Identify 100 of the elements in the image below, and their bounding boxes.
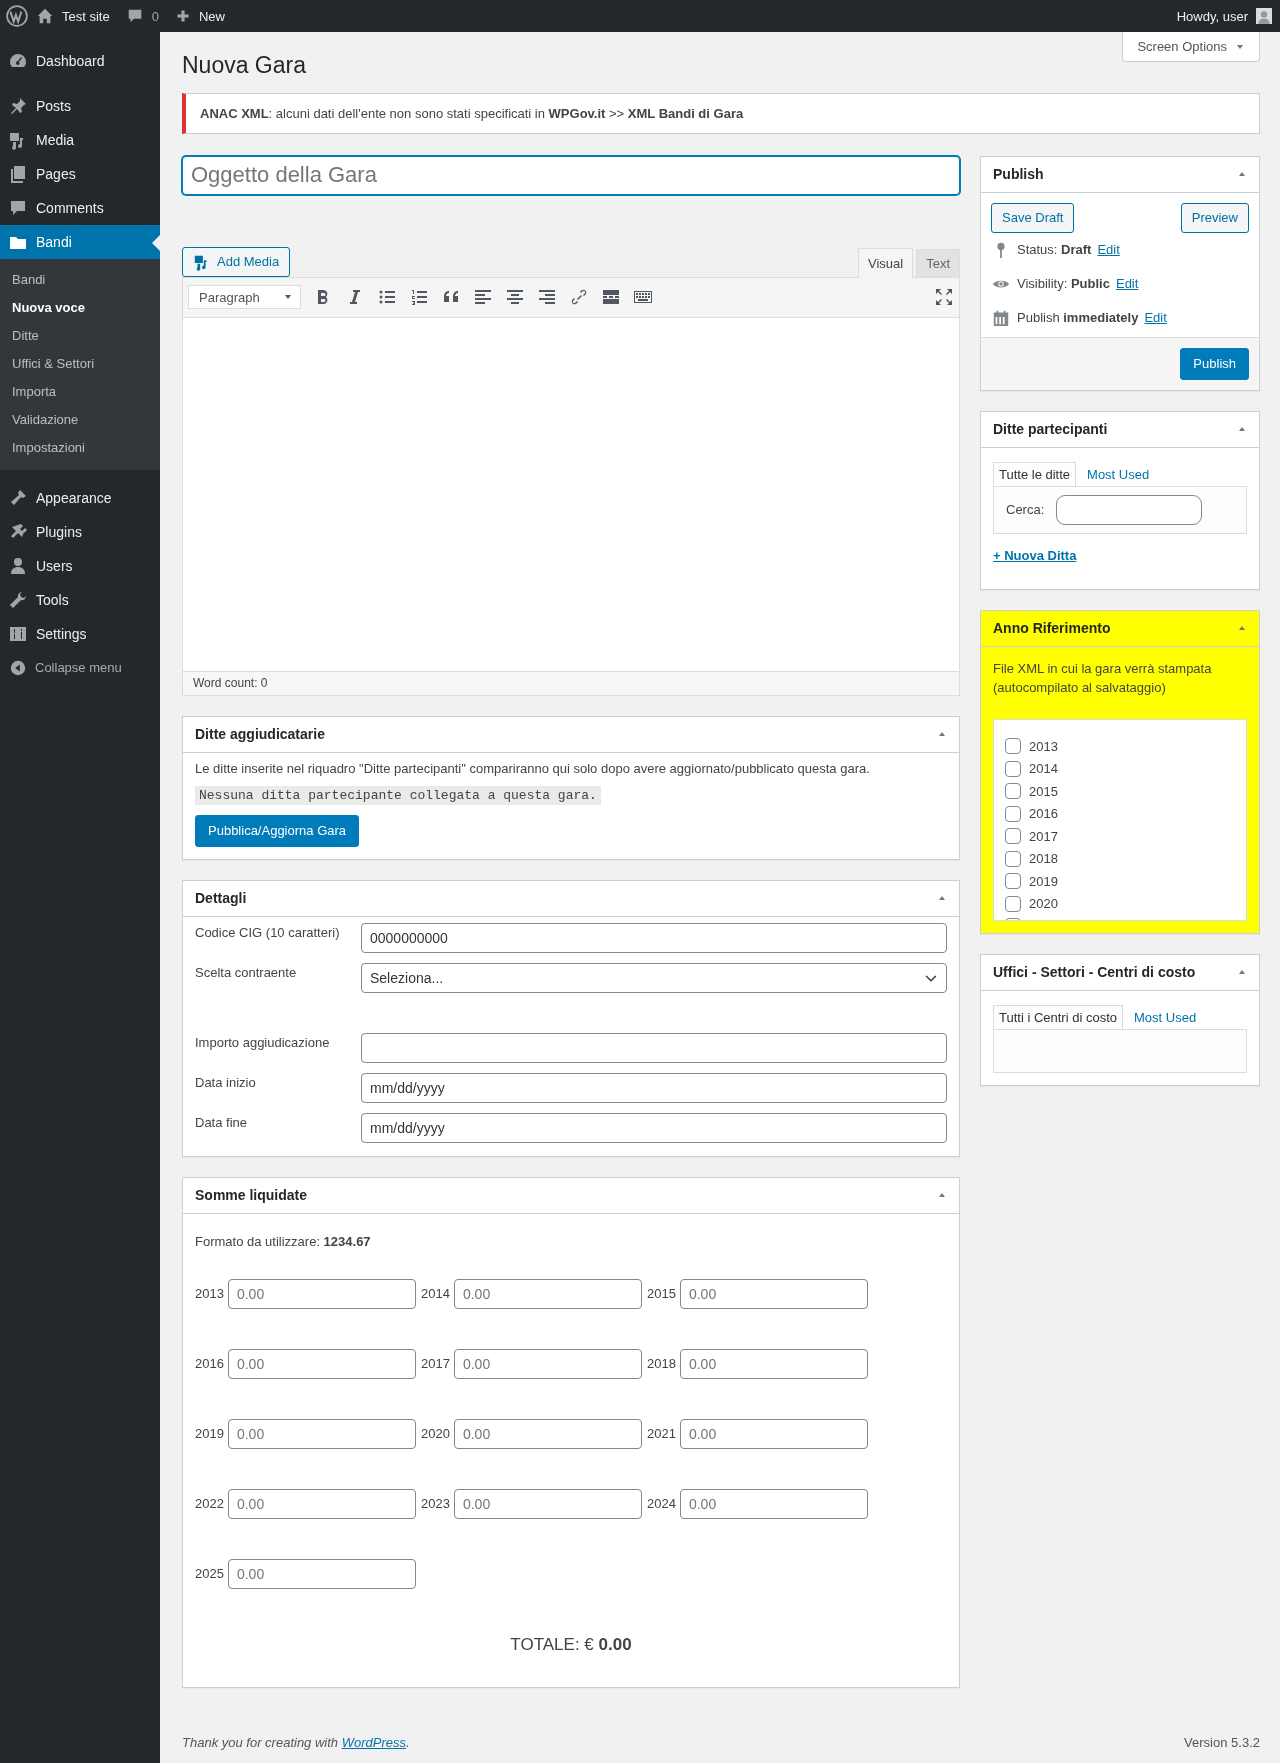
menu-item[interactable]: Users <box>0 549 160 583</box>
menu-item[interactable]: Media <box>0 123 160 157</box>
category-tab[interactable]: Tutti i Centri di costo <box>993 1004 1123 1029</box>
menu-item[interactable]: Tools <box>0 583 160 617</box>
category-tab[interactable]: Most Used <box>1123 1004 1208 1029</box>
year-label: 2020 <box>1029 896 1058 912</box>
amount-field[interactable]: 0.00 <box>453 1418 642 1449</box>
category-tab[interactable]: Tutte le ditte <box>993 461 1077 486</box>
format-note: Formato da utilizzare: 1234.67 <box>195 1233 372 1249</box>
year-label: 2019 <box>195 1426 224 1442</box>
amount-field[interactable]: 0.00 <box>227 1418 416 1449</box>
avatar-icon <box>1256 8 1272 24</box>
amount-field[interactable]: 0.00 <box>453 1278 642 1309</box>
year-label: 2013 <box>195 1286 224 1302</box>
publish-button[interactable]: Publish <box>1180 347 1249 380</box>
amount-field[interactable]: 0.00 <box>227 1278 416 1309</box>
menu-item[interactable]: Comments <box>0 191 160 225</box>
plus-icon <box>174 8 191 24</box>
select-field[interactable]: Seleziona... <box>361 962 947 993</box>
collapse-menu-button[interactable]: Collapse menu <box>0 651 160 684</box>
status-text: Publish immediately <box>1017 310 1139 326</box>
submenu-item[interactable]: Validazione <box>0 406 160 434</box>
publish-update-button[interactable]: Pubblica/Aggiorna Gara <box>195 814 360 847</box>
save-draft-button[interactable]: Save Draft <box>991 202 1075 233</box>
input-field[interactable]: 0000000000 <box>361 922 947 953</box>
menu-item[interactable]: Bandi <box>0 225 160 259</box>
year-label: 2014 <box>421 1286 450 1302</box>
year-label: 2018 <box>647 1356 676 1372</box>
submenu-item[interactable]: Importa <box>0 378 160 406</box>
checkbox[interactable] <box>1005 873 1021 890</box>
edit-link[interactable]: Edit <box>1144 310 1167 326</box>
year-label: 2017 <box>421 1356 450 1372</box>
wordpress-link[interactable]: WordPress <box>341 1735 406 1750</box>
add-new-link[interactable]: + Nuova Ditta <box>993 547 1077 563</box>
menu-item[interactable]: Settings <box>0 617 160 651</box>
preview-button[interactable]: Preview <box>1180 202 1249 233</box>
numbered-list-icon[interactable] <box>409 287 429 308</box>
box-title: Dettagli <box>195 890 247 907</box>
wordpress-logo-icon <box>6 5 28 27</box>
year-label: 2024 <box>647 1496 676 1512</box>
input-field[interactable]: mm/dd/yyyy <box>361 1072 947 1103</box>
submenu-item[interactable]: Uffici & Settori <box>0 350 160 378</box>
checkbox[interactable] <box>1005 738 1021 755</box>
year-label: 2020 <box>421 1426 450 1442</box>
fullscreen-icon[interactable] <box>934 287 954 308</box>
add-media-button[interactable]: Add Media <box>182 246 291 277</box>
amount-field[interactable]: 0.00 <box>227 1488 416 1519</box>
new-link[interactable]: New <box>174 8 225 24</box>
checkbox[interactable] <box>1005 805 1021 822</box>
input-field[interactable]: mm/dd/yyyy <box>361 1112 947 1143</box>
collapse-icon <box>9 658 27 677</box>
checkbox[interactable] <box>1005 895 1021 912</box>
menu-item[interactable]: Pages <box>0 157 160 191</box>
comment-icon <box>8 198 28 218</box>
year-label: 2019 <box>1029 873 1058 889</box>
amount-field[interactable]: 0.00 <box>227 1558 416 1589</box>
editor-tab[interactable]: Visual <box>857 247 914 278</box>
total-text: TOTALE: € 0.00 <box>509 1634 633 1655</box>
amount-field[interactable]: 0.00 <box>679 1418 868 1449</box>
menu-item[interactable]: Plugins <box>0 515 160 549</box>
box-title: Uffici - Settori - Centri di costo <box>993 964 1196 981</box>
year-label: 2014 <box>1029 761 1058 777</box>
year-label: 2022 <box>195 1496 224 1512</box>
description-text: File XML in cui la gara verrà stampata (autocompilato al salvataggio) <box>993 659 1213 697</box>
comments-link[interactable]: 0 <box>125 7 159 25</box>
edit-link[interactable]: Edit <box>1115 276 1139 292</box>
pages-icon <box>8 164 28 184</box>
user-icon <box>8 556 28 576</box>
submenu-item[interactable]: Impostazioni <box>0 434 160 462</box>
site-link[interactable]: Test site <box>36 7 110 25</box>
amount-field[interactable]: 0.00 <box>679 1488 868 1519</box>
box-title: Ditte partecipanti <box>993 421 1108 438</box>
format-select[interactable]: Paragraph <box>188 285 301 310</box>
checkbox[interactable] <box>1005 783 1021 800</box>
submenu-item[interactable]: Nuova voce <box>0 294 160 322</box>
category-tab[interactable]: Most Used <box>1076 461 1161 486</box>
menu-item[interactable]: Dashboard <box>0 44 160 78</box>
amount-field[interactable]: 0.00 <box>453 1488 642 1519</box>
submenu-item[interactable]: Ditte <box>0 322 160 350</box>
edit-link[interactable]: Edit <box>1097 242 1120 258</box>
amount-field[interactable]: 0.00 <box>453 1348 642 1379</box>
search-field[interactable] <box>1056 494 1203 525</box>
input-field[interactable] <box>361 1032 947 1063</box>
checkbox[interactable] <box>1005 760 1021 777</box>
checkbox[interactable] <box>1005 828 1021 845</box>
title-field[interactable]: Oggetto della Gara <box>182 155 960 195</box>
checkbox[interactable] <box>1005 850 1021 867</box>
editor-tab[interactable]: Text <box>916 248 960 277</box>
screen-options-button[interactable]: Screen Options <box>1122 32 1260 62</box>
amount-field[interactable]: 0.00 <box>679 1278 868 1309</box>
amount-field[interactable]: 0.00 <box>679 1348 868 1379</box>
submenu-item[interactable]: Bandi <box>0 266 160 294</box>
amount-field[interactable]: 0.00 <box>227 1348 416 1379</box>
wrench-icon <box>8 590 28 610</box>
menu-item[interactable]: Appearance <box>0 481 160 515</box>
menu-item[interactable]: Posts <box>0 89 160 123</box>
year-label: 2018 <box>1029 851 1058 867</box>
year-label: 2023 <box>421 1496 450 1512</box>
status-text: Status: Draft <box>1017 242 1092 258</box>
account-link[interactable]: Howdy, user <box>1176 8 1248 24</box>
